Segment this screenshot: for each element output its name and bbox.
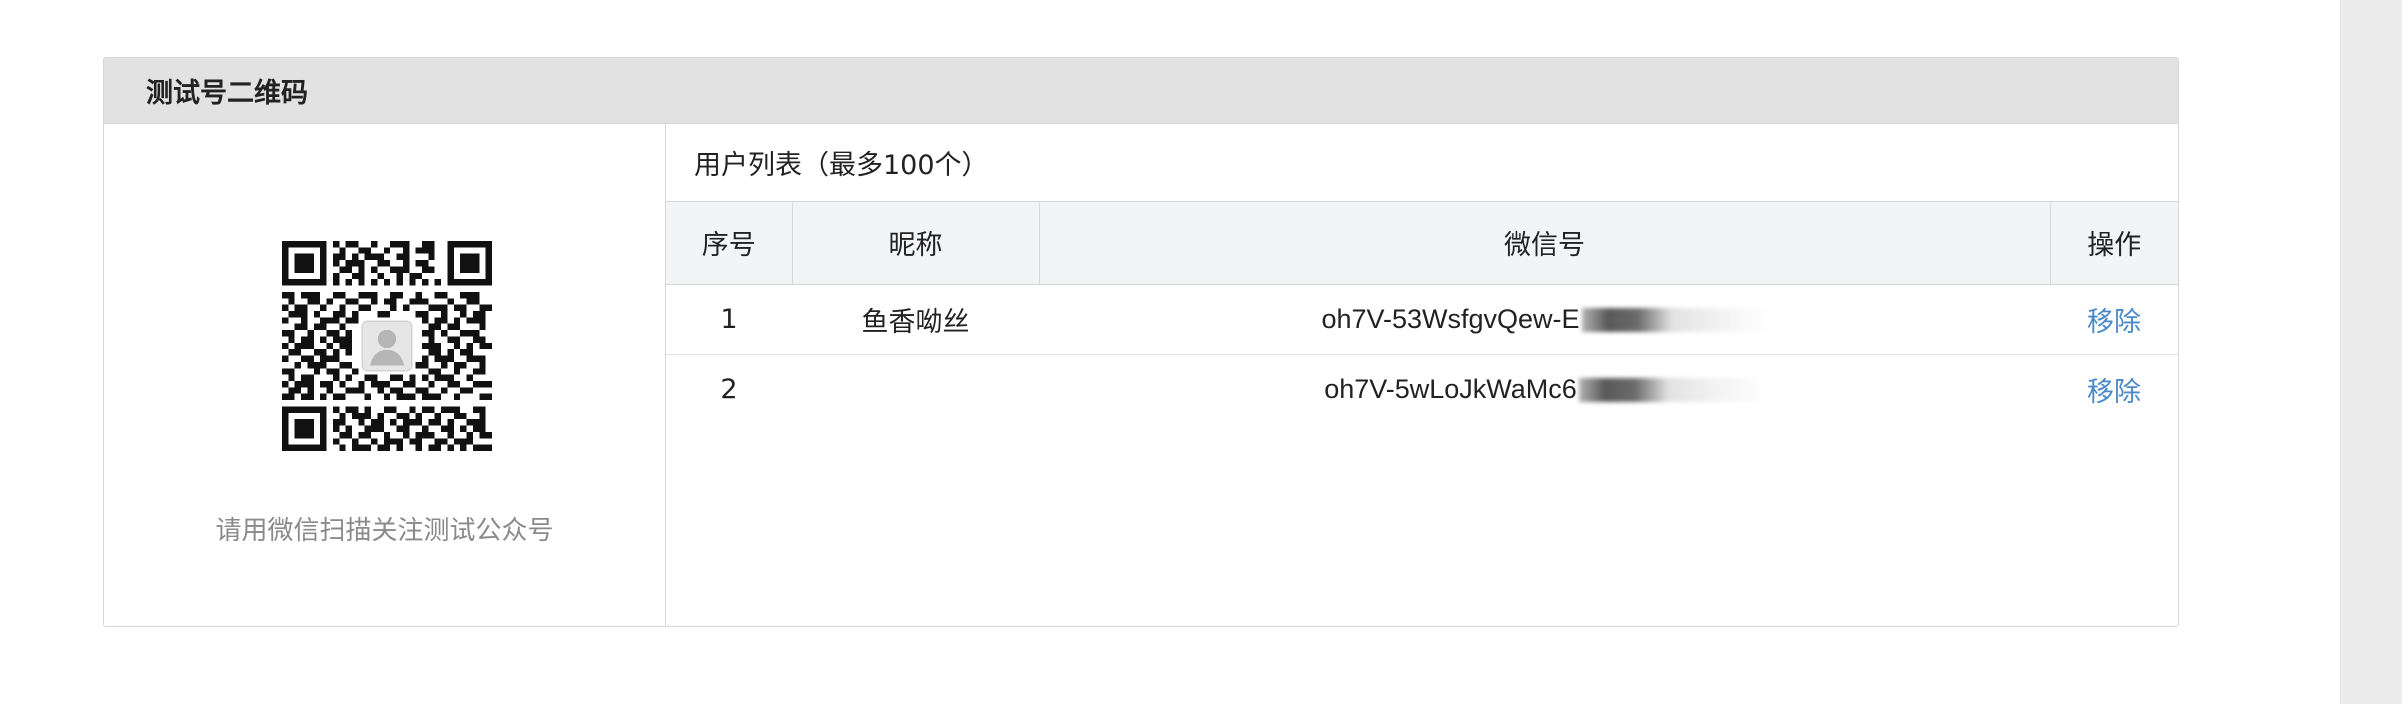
user-list-section: 用户列表（最多100个） 序号 昵称 微信号 操作 1 鱼香呦丝 oh7V-53… [666, 124, 2178, 626]
qr-caption: 请用微信扫描关注测试公众号 [215, 516, 554, 546]
avatar-placeholder-icon [377, 329, 397, 349]
user-table: 序号 昵称 微信号 操作 1 鱼香呦丝 oh7V-53WsfgvQew-E 移除… [666, 202, 2178, 424]
row-index: 2 [720, 373, 738, 405]
qr-code-icon [282, 241, 492, 451]
row-wechat-id-cell: oh7V-53WsfgvQew-E [1039, 284, 2050, 355]
row-action-cell: 移除 [2050, 284, 2178, 355]
column-header-wechat-id: 微信号 [1039, 202, 2051, 285]
remove-user-button[interactable]: 移除 [2087, 377, 2141, 408]
panel-title: 测试号二维码 [104, 58, 2178, 124]
redacted-wechat-id [1578, 378, 1765, 403]
row-nickname [792, 354, 1039, 424]
remove-user-button[interactable]: 移除 [2087, 307, 2141, 338]
row-wechat-id: oh7V-53WsfgvQew-E [1321, 303, 1580, 334]
redacted-wechat-id [1581, 308, 1768, 332]
row-wechat-id-cell: oh7V-5wLoJkWaMc6 [1039, 354, 2050, 424]
column-header-index: 序号 [666, 202, 793, 285]
row-index: 1 [666, 284, 792, 355]
table-body: 1 鱼香呦丝 oh7V-53WsfgvQew-E 移除 2 oh7V-5wLoJ… [666, 284, 2178, 424]
row-wechat-id: oh7V-5wLoJkWaMc6 [1324, 373, 1577, 404]
user-list-caption: 用户列表（最多100个） [666, 124, 2178, 202]
column-header-nickname: 昵称 [792, 202, 1040, 285]
table-header-row: 序号 昵称 微信号 操作 [666, 202, 2178, 285]
qr-code-graphic [282, 241, 492, 451]
qr-code-section: 请用微信扫描关注测试公众号 [104, 124, 666, 626]
page-scrollbar[interactable] [2340, 0, 2402, 704]
table-header: 序号 昵称 微信号 操作 [666, 202, 2178, 285]
row-action-cell: 移除 [2050, 354, 2178, 424]
column-header-operation: 操作 [2050, 202, 2178, 285]
table-row: 2 oh7V-5wLoJkWaMc6 移除 [666, 354, 2178, 424]
row-nickname: 鱼香呦丝 [792, 284, 1039, 355]
qr-code-panel: 测试号二维码 请用微信扫描关注测试公众号 用户列表（最多100个） 序号 昵称 … [103, 57, 2179, 627]
table-row: 1 鱼香呦丝 oh7V-53WsfgvQew-E 移除 [666, 284, 2178, 355]
panel-body: 请用微信扫描关注测试公众号 用户列表（最多100个） 序号 昵称 微信号 操作 … [104, 124, 2178, 626]
